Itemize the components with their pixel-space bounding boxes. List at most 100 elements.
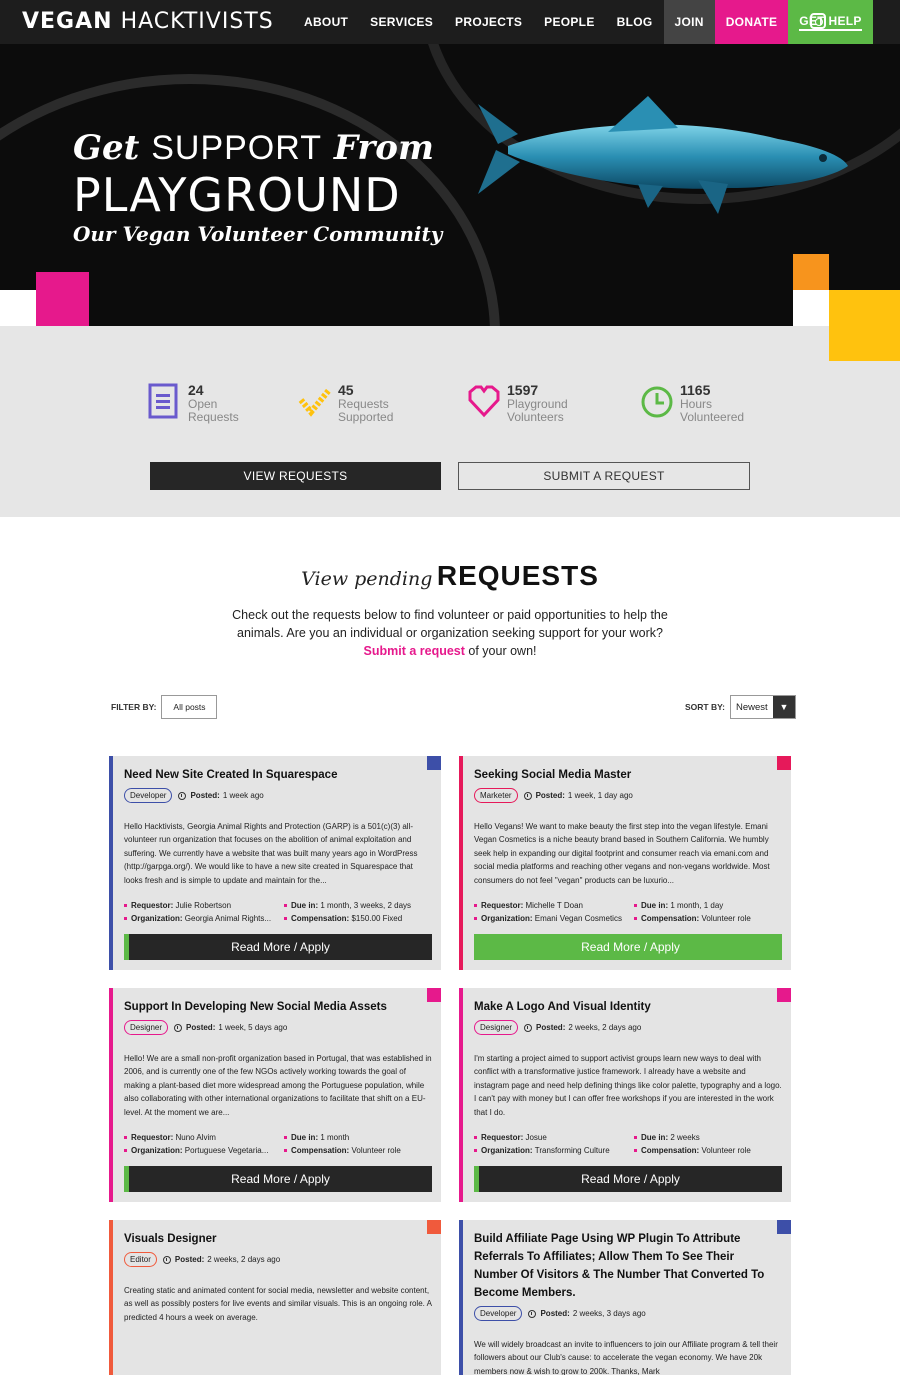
card-description: I'm starting a project aimed to support … xyxy=(474,1054,782,1117)
request-card: Build Affiliate Page Using WP Plugin To … xyxy=(459,1220,791,1375)
top-nav: VEGAN HACKTIVISTS ABOUT SERVICES PROJECT… xyxy=(0,0,900,44)
nav-about[interactable]: ABOUT xyxy=(293,0,359,44)
nav-services[interactable]: SERVICES xyxy=(359,0,444,44)
nav-people[interactable]: PEOPLE xyxy=(533,0,605,44)
card-meta: Designer Posted: 1 week, 5 days ago xyxy=(124,1020,287,1035)
request-card: Support In Developing New Social Media A… xyxy=(109,988,441,1202)
hero-title-line1: Get SUPPORT From xyxy=(73,128,434,168)
role-tag: Designer xyxy=(474,1020,519,1035)
submit-request-link[interactable]: Submit a request xyxy=(364,644,465,658)
sort-value: Newest xyxy=(735,701,768,713)
card-details: Requestor: Nuno Alvim Due in: 1 month Or… xyxy=(124,1131,434,1157)
role-tag: Designer xyxy=(124,1020,169,1035)
card-description: Hello Vegans! We want to make beauty the… xyxy=(474,822,770,885)
card-corner xyxy=(777,756,791,770)
decor-square xyxy=(0,290,36,326)
stats-section: 24 Open Requests 45 Requests Supported 1… xyxy=(0,326,900,517)
card-description: Hello Hacktivists, Georgia Animal Rights… xyxy=(124,822,418,885)
stat-number: 1165 xyxy=(680,382,711,398)
read-more-apply-button[interactable]: Read More / Apply xyxy=(124,1166,432,1192)
request-card: Need New Site Created In Squarespace Dev… xyxy=(109,756,441,970)
clock-icon xyxy=(523,791,532,800)
card-title[interactable]: Seeking Social Media Master xyxy=(474,766,774,784)
decor-square xyxy=(829,290,900,361)
nav-menu: ABOUT SERVICES PROJECTS PEOPLE BLOG JOIN… xyxy=(293,0,873,44)
nav-projects[interactable]: PROJECTS xyxy=(444,0,533,44)
read-more-apply-button[interactable]: Read More / Apply xyxy=(474,934,782,960)
nav-get-help[interactable]: GET HELP xyxy=(788,0,873,44)
nav-donate[interactable]: DONATE xyxy=(714,0,789,44)
card-corner xyxy=(427,988,441,1002)
hero-title-line2: PLAYGROUND xyxy=(73,168,401,222)
card-title[interactable]: Support In Developing New Social Media A… xyxy=(124,998,424,1016)
chevron-down-icon: ▼ xyxy=(772,696,795,718)
request-card: Visuals Designer Editor Posted: 2 weeks, … xyxy=(109,1220,441,1375)
card-corner xyxy=(427,1220,441,1234)
nav-get-help-label: GET HELP xyxy=(799,14,862,31)
card-description: Creating static and animated content for… xyxy=(124,1286,432,1322)
card-meta: Marketer Posted: 1 week, 1 day ago xyxy=(474,788,633,803)
heart-icon xyxy=(468,385,500,418)
card-meta: Developer Posted: 2 weeks, 3 days ago xyxy=(474,1306,646,1321)
role-tag: Marketer xyxy=(474,788,518,803)
instagram-icon[interactable] xyxy=(810,13,826,29)
stat-number: 1597 xyxy=(507,382,539,398)
stat-label: Playground Volunteers xyxy=(507,397,568,424)
document-icon xyxy=(148,383,178,419)
stat-volunteers: 1597 Playground Volunteers xyxy=(467,382,577,424)
view-requests-button[interactable]: VIEW REQUESTS xyxy=(150,462,441,490)
stat-label: Requests Supported xyxy=(338,397,394,424)
stat-label: Hours Volunteered xyxy=(680,397,745,424)
stat-number: 24 xyxy=(188,382,204,398)
card-title[interactable]: Visuals Designer xyxy=(124,1230,424,1248)
card-details: Requestor: Julie Robertson Due in: 1 mon… xyxy=(124,899,434,925)
card-title[interactable]: Build Affiliate Page Using WP Plugin To … xyxy=(474,1230,774,1302)
hero-subtitle: Our Vegan Volunteer Community xyxy=(73,222,443,246)
role-tag: Developer xyxy=(474,1306,523,1321)
card-meta: Editor Posted: 2 weeks, 2 days ago xyxy=(124,1252,280,1267)
hero-banner: Get SUPPORT From PLAYGROUND Our Vegan Vo… xyxy=(0,44,900,326)
request-card: Seeking Social Media Master Marketer Pos… xyxy=(459,756,791,970)
nav-join[interactable]: JOIN xyxy=(663,0,715,44)
role-tag: Developer xyxy=(124,788,173,803)
clock-icon xyxy=(162,1255,171,1264)
card-title[interactable]: Need New Site Created In Squarespace xyxy=(124,766,424,784)
filter-control: FILTER BY: All posts xyxy=(111,695,218,719)
decor-square xyxy=(793,254,829,290)
card-corner xyxy=(427,756,441,770)
checkmark-icon xyxy=(298,388,332,417)
section-description: Check out the requests below to find vol… xyxy=(232,608,668,658)
card-corner xyxy=(777,1220,791,1234)
site-logo[interactable]: VEGAN HACKTIVISTS xyxy=(22,9,274,34)
read-more-apply-button[interactable]: Read More / Apply xyxy=(124,934,432,960)
filter-label: FILTER BY: xyxy=(111,702,157,712)
stat-label: Open Requests xyxy=(188,397,239,424)
card-details: Requestor: Michelle T Doan Due in: 1 mon… xyxy=(474,899,784,925)
card-meta: Designer Posted: 2 weeks, 2 days ago xyxy=(474,1020,641,1035)
card-meta: Developer Posted: 1 week ago xyxy=(124,788,264,803)
request-card: Make A Logo And Visual Identity Designer… xyxy=(459,988,791,1202)
clock-icon xyxy=(178,791,187,800)
clock-icon xyxy=(641,386,673,418)
clock-icon xyxy=(174,1023,183,1032)
sort-label: SORT BY: xyxy=(685,702,725,712)
clock-icon xyxy=(524,1023,533,1032)
section-title: View pending REQUESTS xyxy=(301,560,599,591)
stat-open-requests: 24 Open Requests xyxy=(148,382,258,424)
card-description: Hello! We are a small non-profit organiz… xyxy=(124,1054,432,1117)
fish-image xyxy=(478,96,848,214)
filter-select[interactable]: All posts xyxy=(161,695,218,719)
card-details: Requestor: Josue Due in: 2 weeks Organiz… xyxy=(474,1131,784,1157)
read-more-apply-button[interactable]: Read More / Apply xyxy=(474,1166,782,1192)
card-title[interactable]: Make A Logo And Visual Identity xyxy=(474,998,774,1016)
sort-select[interactable]: Newest ▼ xyxy=(729,695,796,719)
card-description: We will widely broadcast an invite to in… xyxy=(474,1340,778,1375)
stat-requests-supported: 45 Requests Supported xyxy=(298,382,408,424)
role-tag: Editor xyxy=(124,1252,157,1267)
submit-request-button[interactable]: SUBMIT A REQUEST xyxy=(458,462,750,490)
decor-square xyxy=(36,272,89,326)
sort-control: SORT BY: Newest ▼ xyxy=(685,695,796,719)
nav-blog[interactable]: BLOG xyxy=(606,0,664,44)
card-corner xyxy=(777,988,791,1002)
stat-hours: 1165 Hours Volunteered xyxy=(640,382,750,424)
